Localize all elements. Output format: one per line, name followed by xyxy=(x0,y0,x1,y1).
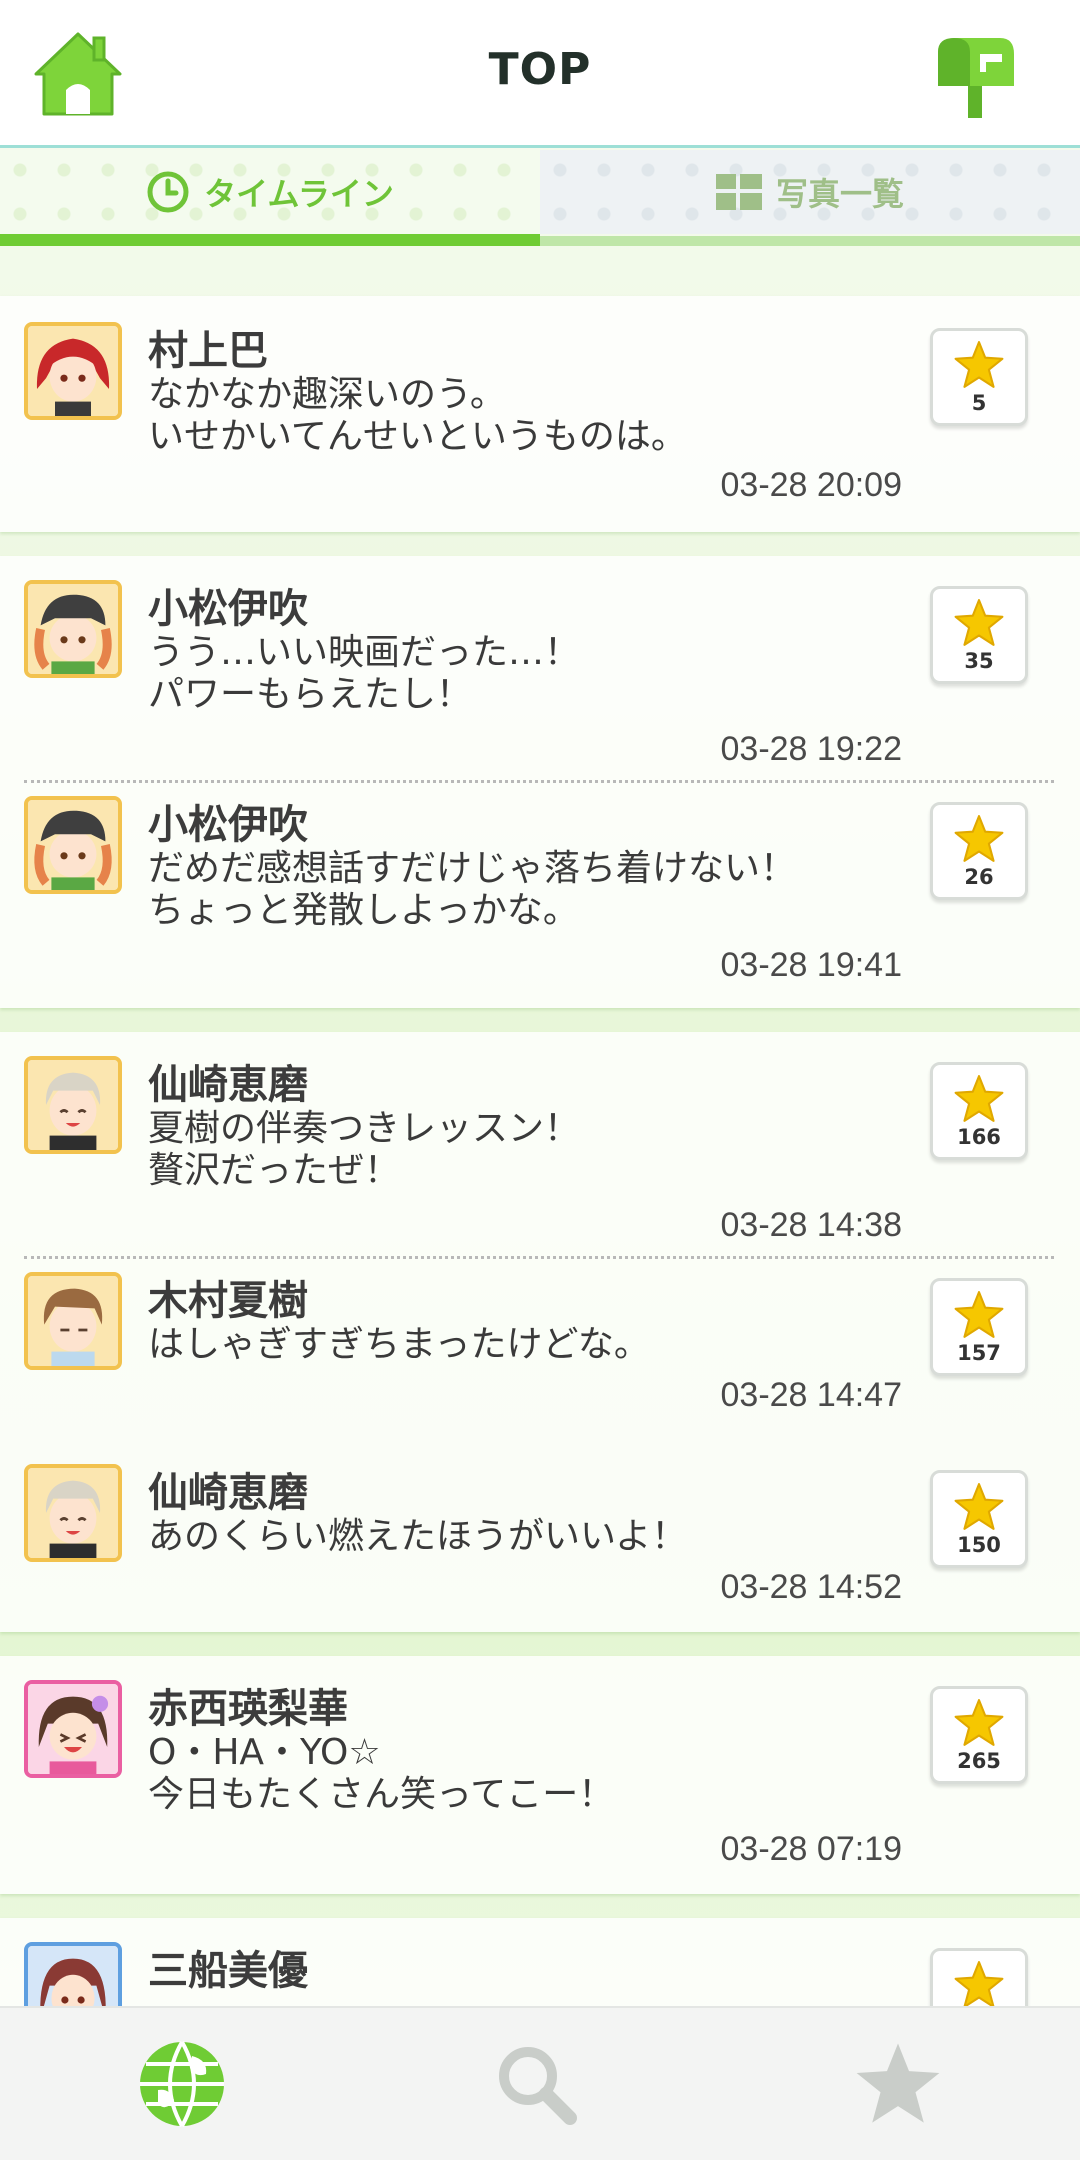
post-group: 三船美優 xyxy=(0,1918,1080,2018)
star-icon xyxy=(953,813,1005,865)
avatar[interactable] xyxy=(24,580,122,678)
tab-timeline-label: タイムライン xyxy=(204,175,394,213)
tab-photos[interactable]: 写真一覧 xyxy=(540,150,1080,234)
star-count: 150 xyxy=(957,1533,1001,1557)
mailbox-button[interactable] xyxy=(930,34,1018,120)
star-count: 26 xyxy=(964,865,994,889)
post-message: 夏樹の伴奏つきレッスン！ 贅沢だったぜ！ xyxy=(148,1108,581,1191)
star-button[interactable]: 150 xyxy=(930,1470,1028,1568)
post-message: なかなか趣深いのう。 いせかいてんせいというものは。 xyxy=(148,374,687,457)
poster-name: 三船美優 xyxy=(148,1948,308,1994)
poster-name: 小松伊吹 xyxy=(148,586,308,632)
star-button[interactable]: 5 xyxy=(930,328,1028,426)
poster-name: 仙崎恵磨 xyxy=(148,1062,308,1108)
star-count: 265 xyxy=(957,1749,1001,1773)
top-bar: TOP xyxy=(0,0,1080,148)
nav-timeline[interactable] xyxy=(136,2038,236,2138)
tab-timeline[interactable]: タイムライン xyxy=(0,150,540,234)
tab-inactive-indicator xyxy=(540,236,1080,246)
post-group: 小松伊吹 うう…いい映画だった…！ パワーもらえたし！ 03-28 19:22 … xyxy=(0,556,1080,1008)
post-group: 仙崎恵磨 夏樹の伴奏つきレッスン！ 贅沢だったぜ！ 03-28 14:38 16… xyxy=(0,1032,1080,1632)
star-count: 166 xyxy=(957,1125,1001,1149)
post-message: うう…いい映画だった…！ パワーもらえたし！ xyxy=(148,632,581,715)
post-time: 03-28 14:47 xyxy=(720,1376,903,1414)
star-icon xyxy=(953,1073,1005,1125)
star-count: 5 xyxy=(971,391,987,415)
star-icon xyxy=(953,1697,1005,1749)
tab-photos-label: 写真一覧 xyxy=(775,175,904,213)
post-time: 03-28 19:22 xyxy=(720,730,903,768)
avatar[interactable] xyxy=(24,1272,122,1370)
clock-icon xyxy=(147,171,189,213)
star-button[interactable]: 166 xyxy=(930,1062,1028,1160)
star-icon xyxy=(953,1289,1005,1341)
star-button[interactable]: 35 xyxy=(930,586,1028,684)
star-icon xyxy=(953,1481,1005,1533)
avatar[interactable] xyxy=(24,796,122,894)
post-message: だめだ感想話すだけじゃ落ち着けない！ ちょっと発散しよっかな。 xyxy=(148,848,797,931)
post-group: 村上巴 なかなか趣深いのう。 いせかいてんせいというものは。 03-28 20:… xyxy=(0,296,1080,532)
poster-name: 村上巴 xyxy=(148,328,268,374)
mailbox-icon xyxy=(938,38,1014,118)
tab-active-indicator xyxy=(0,234,540,246)
star-icon xyxy=(856,2043,940,2123)
avatar[interactable] xyxy=(24,1464,122,1562)
bottom-navigation xyxy=(0,2006,1080,2160)
poster-name: 小松伊吹 xyxy=(148,802,308,848)
search-icon xyxy=(499,2047,577,2125)
poster-name: 木村夏樹 xyxy=(148,1278,308,1324)
nav-search[interactable] xyxy=(490,2038,590,2138)
star-button[interactable]: 26 xyxy=(930,802,1028,900)
poster-name: 仙崎恵磨 xyxy=(148,1470,308,1516)
star-icon xyxy=(953,1959,1005,2011)
post-time: 03-28 07:19 xyxy=(720,1830,903,1868)
post-message: O・HA・YO☆ 今日もたくさん笑ってこー！ xyxy=(148,1732,615,1815)
star-icon xyxy=(953,339,1005,391)
post-group: 赤西瑛梨華 O・HA・YO☆ 今日もたくさん笑ってこー！ 03-28 07:19… xyxy=(0,1656,1080,1894)
post-time: 03-28 20:09 xyxy=(720,466,903,504)
star-count: 157 xyxy=(957,1341,1001,1365)
avatar[interactable] xyxy=(24,322,122,420)
star-button[interactable]: 265 xyxy=(930,1686,1028,1784)
post-message: あのくらい燃えたほうがいいよ！ xyxy=(148,1516,688,1557)
post-time: 03-28 14:52 xyxy=(720,1568,903,1606)
globe-icon xyxy=(140,2041,224,2127)
tab-bar: タイムライン 写真一覧 xyxy=(0,150,1080,246)
grid-icon xyxy=(715,174,762,210)
nav-favorites[interactable] xyxy=(852,2038,952,2138)
avatar[interactable] xyxy=(24,1056,122,1154)
page-title: TOP xyxy=(488,44,592,95)
star-button[interactable]: 157 xyxy=(930,1278,1028,1376)
post-time: 03-28 14:38 xyxy=(720,1206,903,1244)
post-divider xyxy=(24,1256,1054,1259)
avatar[interactable] xyxy=(24,1680,122,1778)
post-time: 03-28 19:41 xyxy=(720,946,903,984)
post-divider xyxy=(24,780,1054,783)
post-message: はしゃぎすぎちまったけどな。 xyxy=(148,1324,650,1365)
poster-name: 赤西瑛梨華 xyxy=(148,1686,348,1732)
star-count: 35 xyxy=(964,649,994,673)
star-icon xyxy=(953,597,1005,649)
